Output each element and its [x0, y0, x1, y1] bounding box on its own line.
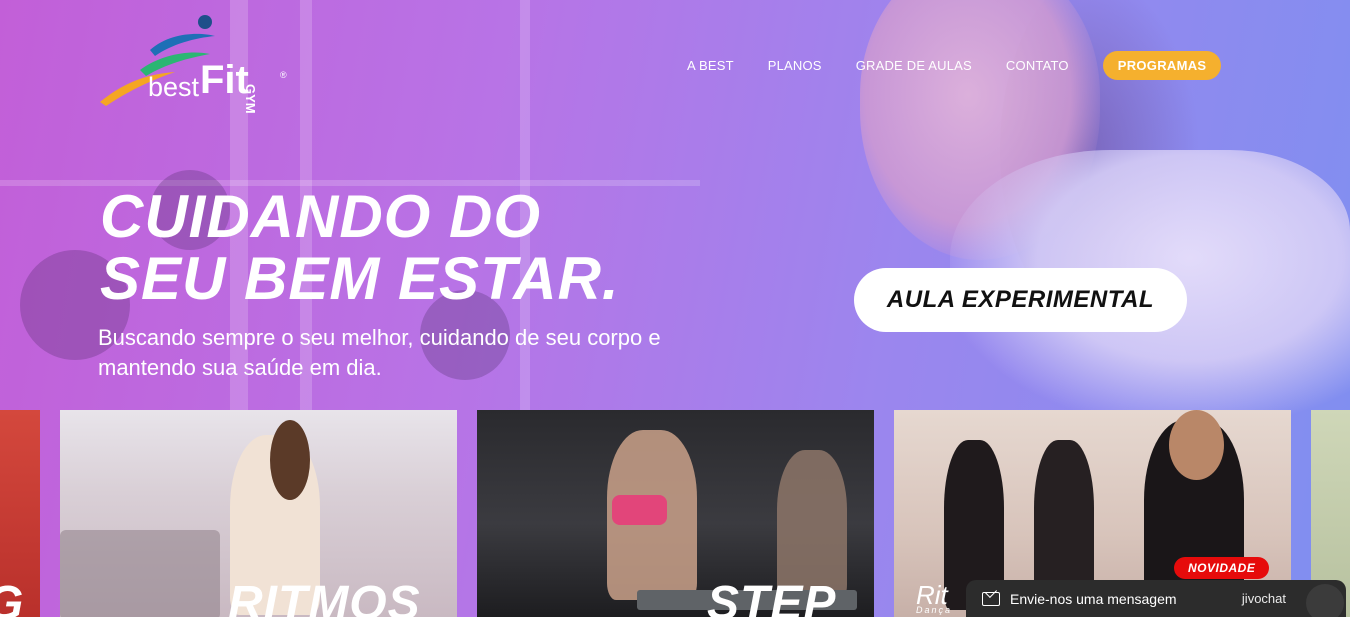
hero-headline-line2: SEU BEM ESTAR. — [100, 245, 620, 312]
nav-item-planos[interactable]: PLANOS — [768, 58, 822, 73]
card-label-ritmos: RITMOS — [228, 577, 421, 617]
envelope-icon — [982, 591, 1000, 606]
nav-item-grade-de-aulas[interactable]: GRADE DE AULAS — [856, 58, 972, 73]
programas-button[interactable]: PROGRAMAS — [1102, 50, 1222, 80]
program-card-ritmos[interactable]: RITMOS — [60, 410, 457, 617]
chat-avatar — [1306, 584, 1344, 617]
card-image-shorts — [612, 495, 667, 525]
hero-subtext: Buscando sempre o seu melhor, cuidando d… — [98, 325, 661, 380]
nav-item-a-best[interactable]: A BEST — [687, 58, 734, 73]
logo-registered-mark: ® — [280, 70, 287, 80]
ritmos-danca-sub: Dança — [916, 605, 953, 615]
chat-message: Envie-nos uma mensagem — [1010, 590, 1177, 607]
card-label-step: STEP — [707, 577, 837, 617]
chat-widget[interactable]: Envie-nos uma mensagem jivochat — [966, 580, 1346, 617]
ritmos-danca-logo: Rit Dança — [916, 580, 952, 615]
card-image-dancers — [60, 530, 220, 617]
program-card-step[interactable]: STEP — [477, 410, 874, 617]
card-label: G — [0, 576, 24, 617]
logo-word: best — [148, 72, 200, 102]
hero-headline-line1: CUIDANDO DO — [100, 183, 541, 250]
logo[interactable]: best Fit GYM ® — [100, 14, 300, 114]
novidade-badge: NOVIDADE — [1174, 557, 1270, 579]
logo-fit: Fit — [200, 58, 249, 102]
aula-experimental-button[interactable]: AULA EXPERIMENTAL — [854, 268, 1187, 332]
card-image-hair — [270, 420, 310, 500]
logo-gym: GYM — [243, 84, 258, 114]
main-nav: A BEST PLANOS GRADE DE AULAS CONTATO PRO… — [670, 50, 1222, 80]
nav-item-contato[interactable]: CONTATO — [1006, 58, 1069, 73]
card-image-face — [1169, 410, 1224, 480]
hero-headline: CUIDANDO DO SEU BEM ESTAR. — [100, 186, 700, 310]
program-card-partial-left[interactable]: G — [0, 410, 40, 617]
chat-brand: jivochat — [1241, 591, 1286, 606]
